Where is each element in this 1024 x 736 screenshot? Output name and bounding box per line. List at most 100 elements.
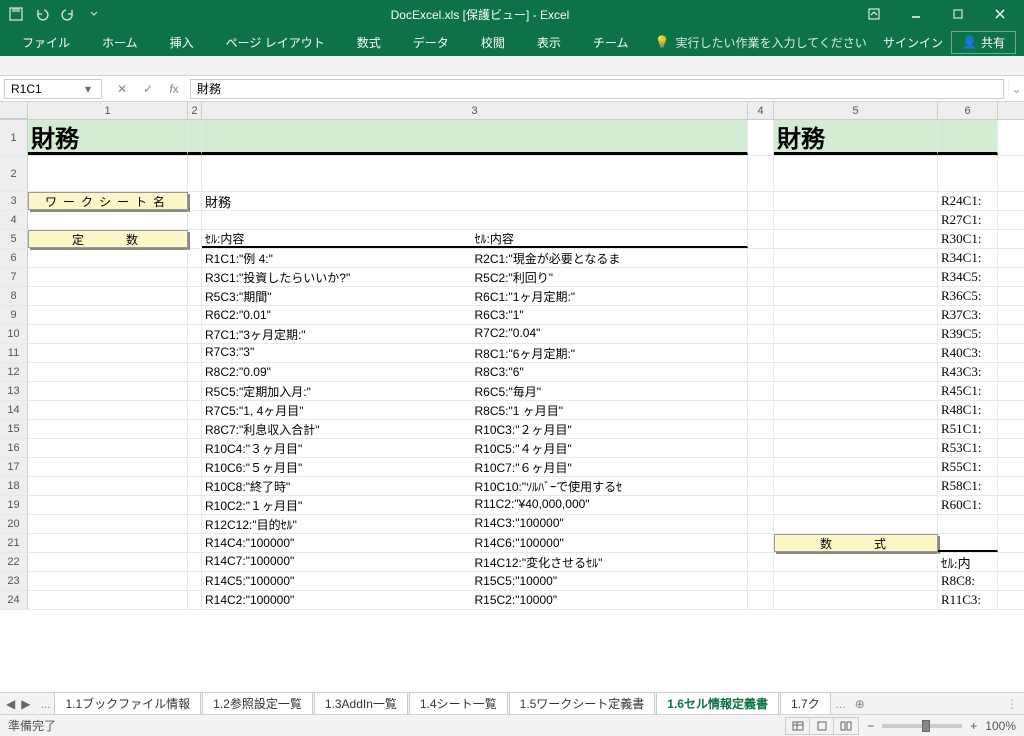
cell[interactable]: R6C2:"0.01"R6C3:"1": [202, 306, 748, 324]
cell[interactable]: [188, 477, 202, 495]
maximize-icon[interactable]: [938, 2, 978, 26]
cell[interactable]: [202, 120, 748, 155]
cell[interactable]: R43C3:: [938, 363, 998, 381]
row-header[interactable]: 12: [0, 363, 28, 381]
cell[interactable]: R10C2:"１ヶ月目"R11C2:"¥40,000,000": [202, 496, 748, 514]
zoom-in-icon[interactable]: +: [970, 719, 977, 733]
row-header[interactable]: 4: [0, 211, 28, 229]
row-header[interactable]: 3: [0, 192, 28, 210]
cell[interactable]: R14C2:"100000"R15C2:"10000": [202, 591, 748, 609]
cell[interactable]: [774, 553, 938, 571]
save-icon[interactable]: [4, 2, 28, 26]
tell-me-search[interactable]: 💡 実行したい作業を入力してください: [654, 34, 866, 51]
cell[interactable]: [774, 306, 938, 324]
cell[interactable]: R36C5:: [938, 287, 998, 305]
cell[interactable]: [774, 344, 938, 362]
cell[interactable]: [774, 515, 938, 533]
cell[interactable]: [748, 420, 774, 438]
tab-file[interactable]: ファイル: [8, 30, 84, 55]
sheet-tab[interactable]: 1.4シート一覧: [409, 692, 508, 716]
row-header[interactable]: 8: [0, 287, 28, 305]
cell[interactable]: R7C1:"3ヶ月定期:"R7C2:"0.04": [202, 325, 748, 343]
cell[interactable]: [938, 120, 998, 155]
select-all-corner[interactable]: [0, 102, 28, 119]
row-header[interactable]: 15: [0, 420, 28, 438]
tab-formulas[interactable]: 数式: [343, 30, 395, 55]
cell[interactable]: R55C1:: [938, 458, 998, 476]
cell[interactable]: [28, 344, 188, 362]
tab-view[interactable]: 表示: [523, 30, 575, 55]
cell[interactable]: [774, 363, 938, 381]
cell[interactable]: [748, 287, 774, 305]
cell[interactable]: [938, 515, 998, 533]
sheet-tab[interactable]: 1.6セル情報定義書: [656, 692, 779, 716]
tab-review[interactable]: 校閲: [467, 30, 519, 55]
fx-icon[interactable]: fx: [162, 79, 186, 99]
cell[interactable]: [188, 458, 202, 476]
cell[interactable]: R27C1:: [938, 211, 998, 229]
undo-icon[interactable]: [30, 2, 54, 26]
cell[interactable]: [188, 287, 202, 305]
cell[interactable]: ワークシート名: [28, 192, 188, 210]
cell[interactable]: [774, 458, 938, 476]
zoom-slider[interactable]: [882, 724, 962, 728]
cell[interactable]: [28, 534, 188, 552]
row-header[interactable]: 23: [0, 572, 28, 590]
cell[interactable]: [188, 120, 202, 155]
cell[interactable]: [748, 325, 774, 343]
ribbon-options-icon[interactable]: [854, 2, 894, 26]
cell[interactable]: [188, 439, 202, 457]
row-header[interactable]: 20: [0, 515, 28, 533]
cell[interactable]: R51C1:: [938, 420, 998, 438]
col-header[interactable]: 2: [188, 102, 202, 119]
row-header[interactable]: 7: [0, 268, 28, 286]
cell[interactable]: [188, 382, 202, 400]
cell[interactable]: [748, 496, 774, 514]
cell[interactable]: R48C1:: [938, 401, 998, 419]
cell[interactable]: [748, 458, 774, 476]
cell[interactable]: [748, 515, 774, 533]
cell[interactable]: ｾﾙ:内: [938, 553, 998, 571]
cell[interactable]: [28, 439, 188, 457]
cell[interactable]: [188, 553, 202, 571]
cell[interactable]: [202, 211, 748, 229]
close-icon[interactable]: [980, 2, 1020, 26]
cell[interactable]: ｾﾙ:内容ｾﾙ:内容: [202, 230, 748, 248]
sheet-tab[interactable]: 1.7ク: [780, 692, 831, 716]
cell[interactable]: R34C1:: [938, 249, 998, 267]
cell[interactable]: [188, 591, 202, 609]
row-header[interactable]: 13: [0, 382, 28, 400]
cell[interactable]: [774, 591, 938, 609]
row-header[interactable]: 2: [0, 156, 28, 191]
chevron-down-icon[interactable]: ▾: [81, 82, 95, 96]
cell[interactable]: R11C3:: [938, 591, 998, 609]
cell[interactable]: [28, 268, 188, 286]
cell[interactable]: R10C4:"３ヶ月目"R10C5:"４ヶ月目": [202, 439, 748, 457]
cell[interactable]: R30C1:: [938, 230, 998, 248]
cell[interactable]: R58C1:: [938, 477, 998, 495]
view-page-layout-icon[interactable]: [810, 718, 834, 734]
tab-insert[interactable]: 挿入: [156, 30, 208, 55]
cell[interactable]: 財務: [202, 192, 748, 210]
cell[interactable]: [748, 401, 774, 419]
signin-link[interactable]: サインイン: [883, 34, 943, 51]
cell[interactable]: [188, 268, 202, 286]
cell[interactable]: [774, 192, 938, 210]
cell[interactable]: [28, 401, 188, 419]
cell[interactable]: [28, 211, 188, 229]
cell[interactable]: [28, 249, 188, 267]
row-header[interactable]: 9: [0, 306, 28, 324]
cell[interactable]: R53C1:: [938, 439, 998, 457]
cell[interactable]: [748, 572, 774, 590]
row-header[interactable]: 22: [0, 553, 28, 571]
cell[interactable]: [748, 553, 774, 571]
cell[interactable]: [748, 230, 774, 248]
cell[interactable]: [28, 572, 188, 590]
cell[interactable]: R7C5:"1, 4ヶ月目"R8C5:"1 ヶ月目": [202, 401, 748, 419]
cell[interactable]: [774, 249, 938, 267]
cell[interactable]: R34C5:: [938, 268, 998, 286]
cell[interactable]: [28, 287, 188, 305]
cell[interactable]: [188, 534, 202, 552]
row-header[interactable]: 16: [0, 439, 28, 457]
cell[interactable]: [188, 420, 202, 438]
